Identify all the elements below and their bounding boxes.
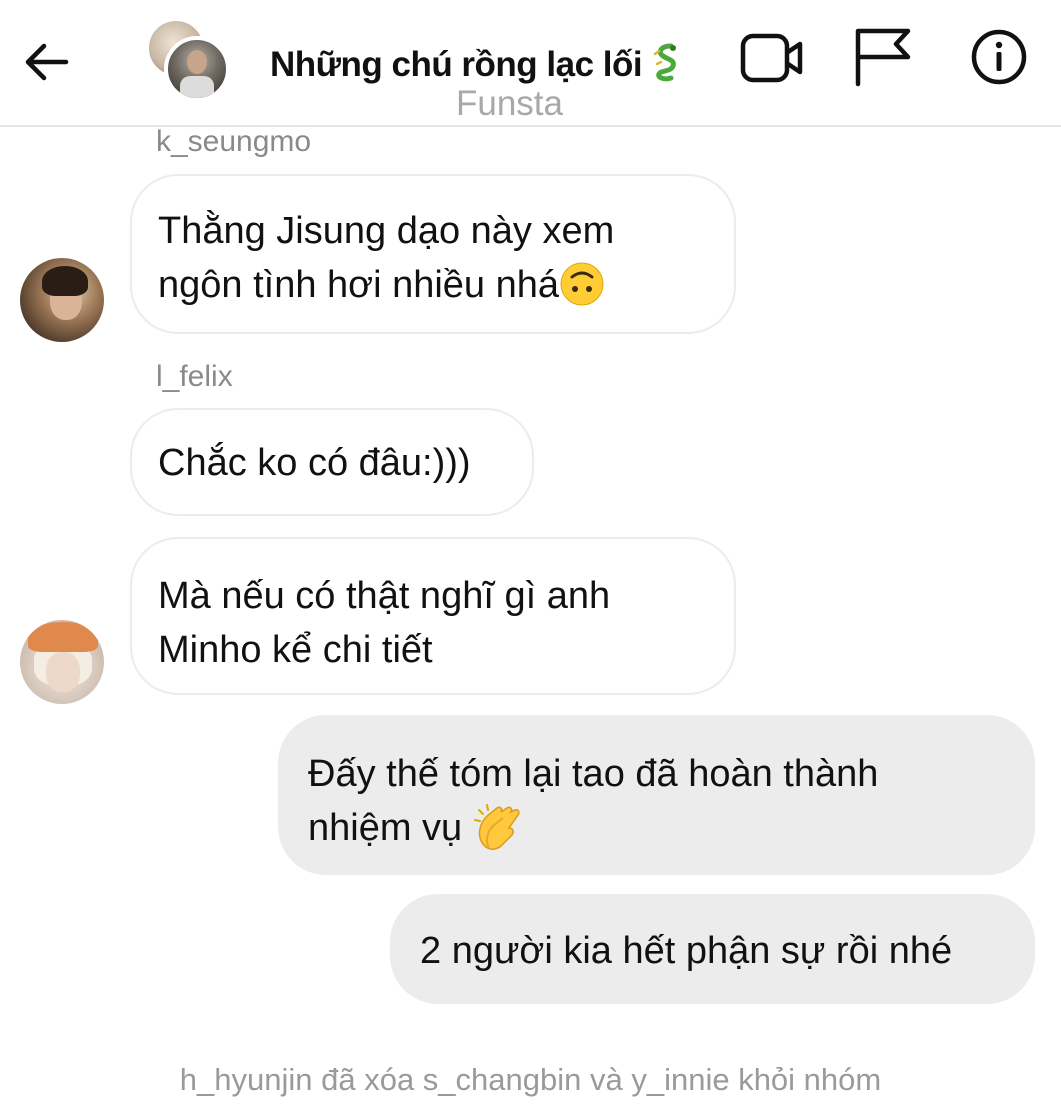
info-button[interactable] [970, 28, 1028, 86]
avatar-l_felix[interactable] [20, 620, 104, 704]
chat-subtitle: Funsta [456, 84, 563, 123]
message-line: Mà nếu có thật nghĩ gì anh [158, 575, 611, 617]
message-line: Minho kể chi tiết [158, 629, 433, 671]
message-line: Thằng Jisung dạo này xem [158, 210, 615, 252]
incoming-message[interactable]: Mà nếu có thật nghĩ gì anh Minho kể chi … [130, 537, 736, 695]
system-message: h_hyunjin đã xóa s_changbin và y_innie k… [179, 1062, 882, 1097]
back-arrow-icon [25, 43, 69, 81]
incoming-message[interactable]: Chắc ko có đâu:))) [130, 408, 534, 516]
report-button[interactable] [852, 26, 914, 88]
video-call-button[interactable] [740, 32, 806, 84]
flag-icon [855, 28, 911, 87]
message-line: ngôn tình hơi nhiều nhá [158, 264, 560, 306]
dragon-emoji [651, 42, 681, 91]
chat-header: Những chú rồng lạc lối Funsta [0, 0, 1061, 127]
message-line: nhiệm vụ [308, 807, 463, 849]
incoming-message[interactable]: Thằng Jisung dạo này xem ngôn tình hơi n… [130, 174, 736, 334]
clapping-hands-emoji [473, 803, 523, 857]
dragon-icon [654, 43, 677, 82]
info-icon [971, 29, 1027, 85]
upside-down-face-emoji [559, 260, 605, 314]
outgoing-message[interactable]: 2 người kia hết phận sự rồi nhé [390, 894, 1035, 1004]
clapping-hands-icon [473, 803, 520, 850]
sender-name[interactable]: k_seungmo [156, 125, 311, 159]
chat-title-text: Những chú rồng lạc lối [270, 44, 643, 84]
message-line: 2 người kia hết phận sự rồi nhé [420, 930, 953, 972]
avatar-k_seungmo[interactable] [20, 258, 104, 342]
sender-name[interactable]: l_felix [156, 360, 233, 394]
message-line: Đấy thế tóm lại tao đã hoàn thành [308, 753, 879, 795]
back-button[interactable] [20, 38, 72, 86]
group-avatar-front [164, 36, 230, 102]
upside-down-face-icon [560, 262, 604, 306]
outgoing-message[interactable]: Đấy thế tóm lại tao đã hoàn thành nhiệm … [278, 715, 1035, 875]
group-avatar[interactable] [144, 16, 230, 102]
message-line: Chắc ko có đâu:))) [158, 442, 471, 484]
video-call-icon [740, 33, 803, 83]
